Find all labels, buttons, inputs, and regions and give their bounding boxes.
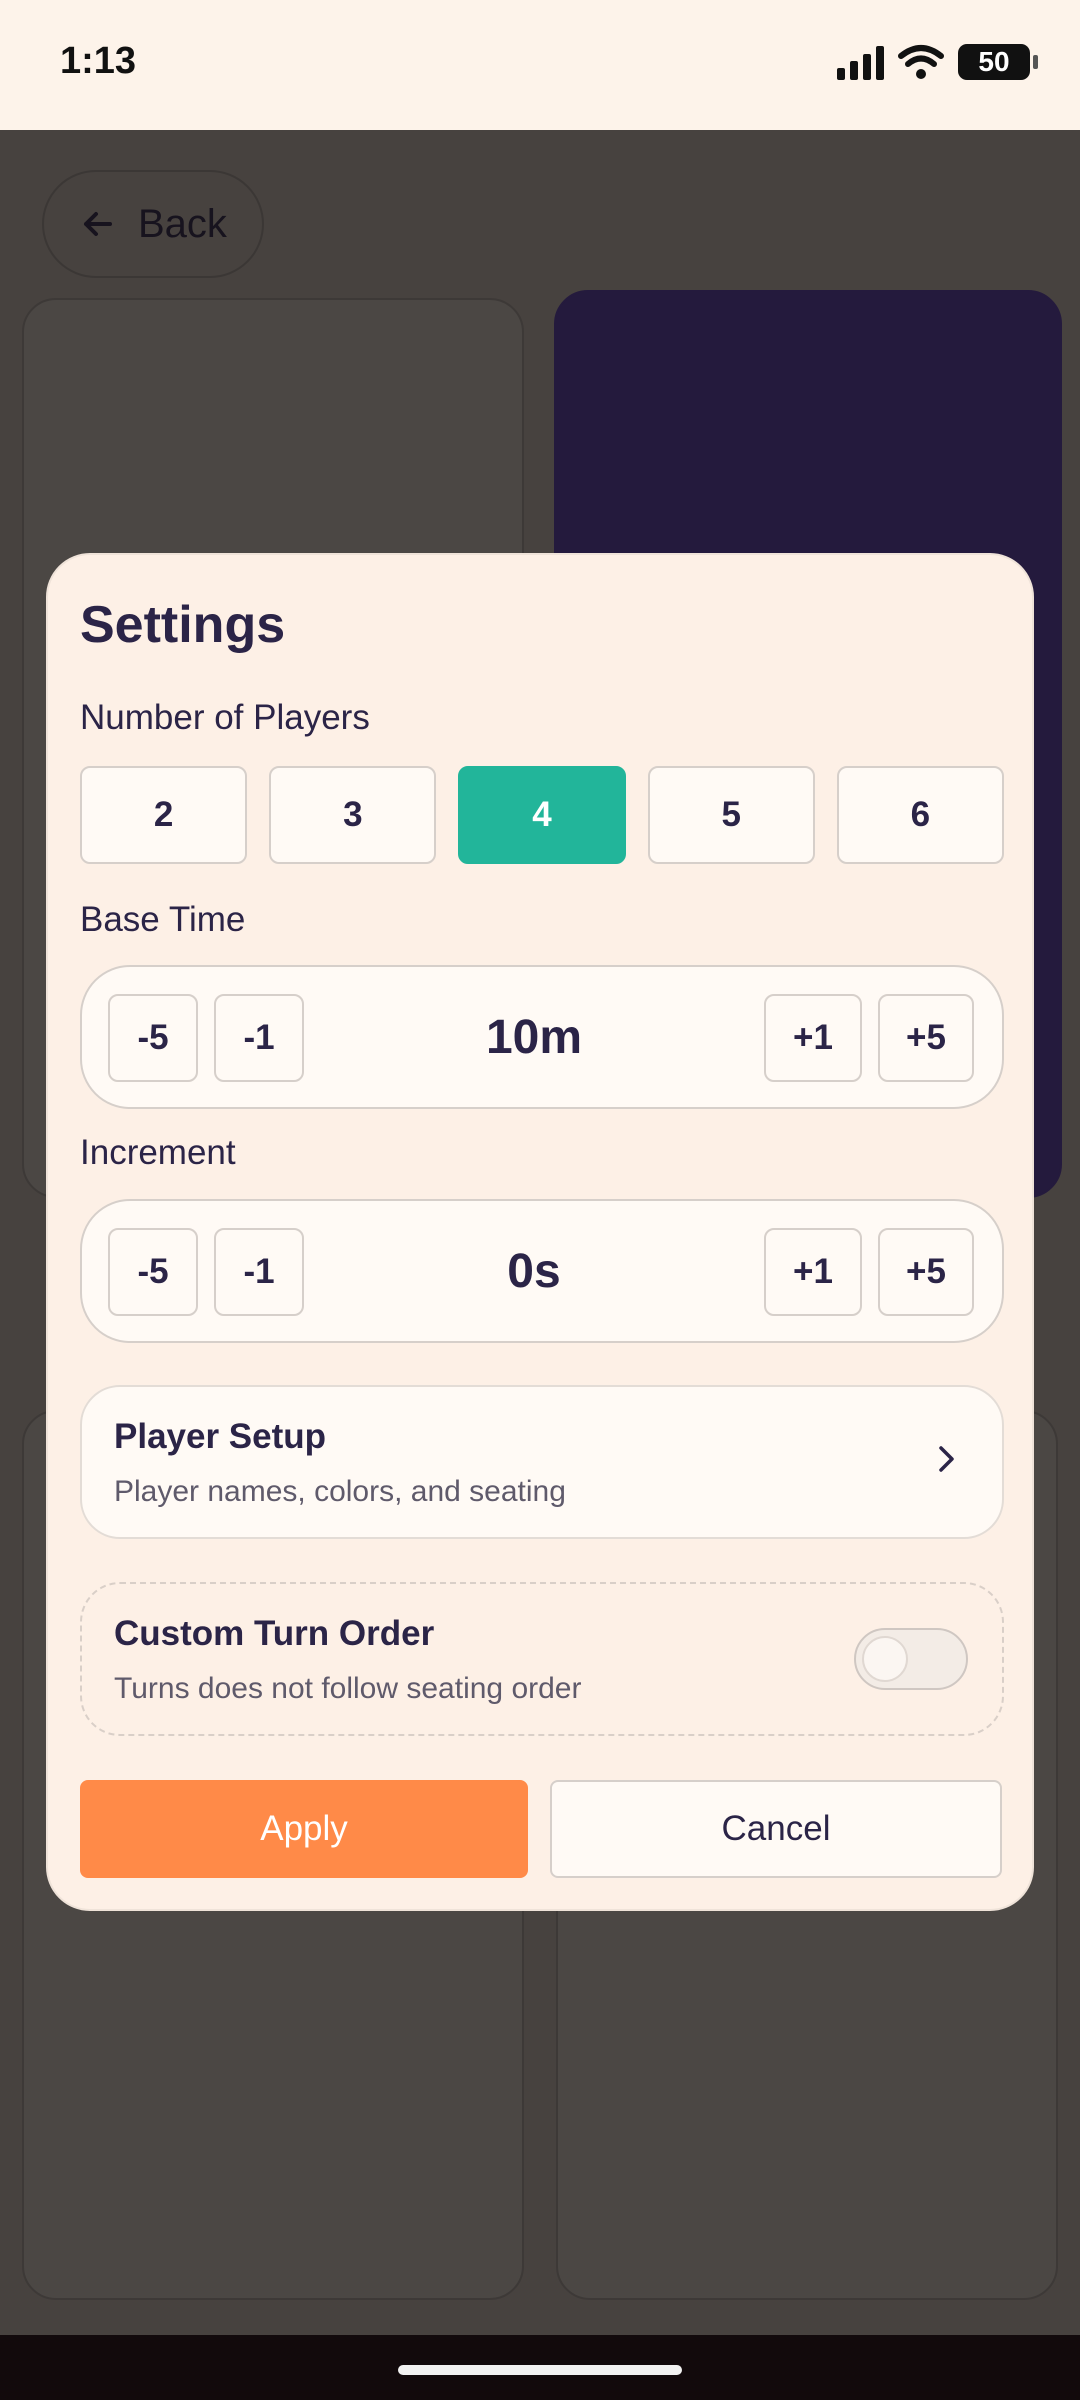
base-time-value: 10m xyxy=(485,1010,583,1064)
custom-turn-order-subtitle: Turns does not follow seating order xyxy=(114,1672,582,1705)
wifi-icon xyxy=(898,45,944,79)
settings-modal: Settings Number of Players 2 3 4 5 6 Bas… xyxy=(46,553,1034,1911)
status-bar: 1:13 50 xyxy=(0,0,1080,130)
player-option-6[interactable]: 6 xyxy=(836,766,1005,864)
player-option-5[interactable]: 5 xyxy=(647,766,815,864)
signal-icon xyxy=(837,44,884,80)
base-time-plus-1-button[interactable]: +1 xyxy=(764,994,862,1082)
arrow-left-icon xyxy=(84,212,112,236)
status-icons: 50 xyxy=(837,44,1038,80)
base-time-label: Base Time xyxy=(80,900,246,939)
status-time: 1:13 xyxy=(60,40,137,82)
base-time-stepper: -5 -1 10m +1 +5 xyxy=(80,965,1004,1109)
custom-turn-order-title: Custom Turn Order xyxy=(114,1614,435,1653)
apply-button[interactable]: Apply xyxy=(80,1780,528,1878)
players-label: Number of Players xyxy=(80,698,370,737)
increment-value: 0s xyxy=(507,1244,561,1298)
player-setup-card[interactable]: Player Setup Player names, colors, and s… xyxy=(80,1385,1004,1539)
player-option-4[interactable]: 4 xyxy=(458,766,626,864)
player-count-options: 2 3 4 5 6 xyxy=(80,766,1005,864)
chevron-right-icon xyxy=(939,1446,954,1472)
increment-plus-1-button[interactable]: +1 xyxy=(764,1228,862,1316)
increment-stepper: -5 -1 0s +1 +5 xyxy=(80,1199,1004,1343)
player-setup-title: Player Setup xyxy=(114,1417,327,1456)
custom-turn-order-toggle[interactable] xyxy=(854,1628,968,1690)
base-time-minus-1-button[interactable]: -1 xyxy=(214,994,304,1082)
back-button[interactable]: Back xyxy=(42,170,264,278)
player-option-2[interactable]: 2 xyxy=(80,766,248,864)
base-time-minus-5-button[interactable]: -5 xyxy=(108,994,198,1082)
battery-icon: 50 xyxy=(958,44,1038,80)
base-time-plus-5-button[interactable]: +5 xyxy=(878,994,974,1082)
increment-plus-5-button[interactable]: +5 xyxy=(878,1228,974,1316)
toggle-knob xyxy=(862,1636,908,1682)
increment-minus-1-button[interactable]: -1 xyxy=(214,1228,304,1316)
increment-minus-5-button[interactable]: -5 xyxy=(108,1228,198,1316)
custom-turn-order-card: Custom Turn Order Turns does not follow … xyxy=(80,1582,1004,1736)
back-label: Back xyxy=(138,201,227,246)
cancel-button[interactable]: Cancel xyxy=(550,1780,1002,1878)
increment-label: Increment xyxy=(80,1133,236,1172)
player-setup-subtitle: Player names, colors, and seating xyxy=(114,1475,566,1508)
home-indicator[interactable] xyxy=(398,2365,682,2375)
navigation-bar xyxy=(0,2335,1080,2400)
modal-title: Settings xyxy=(80,596,286,654)
player-option-3[interactable]: 3 xyxy=(269,766,437,864)
